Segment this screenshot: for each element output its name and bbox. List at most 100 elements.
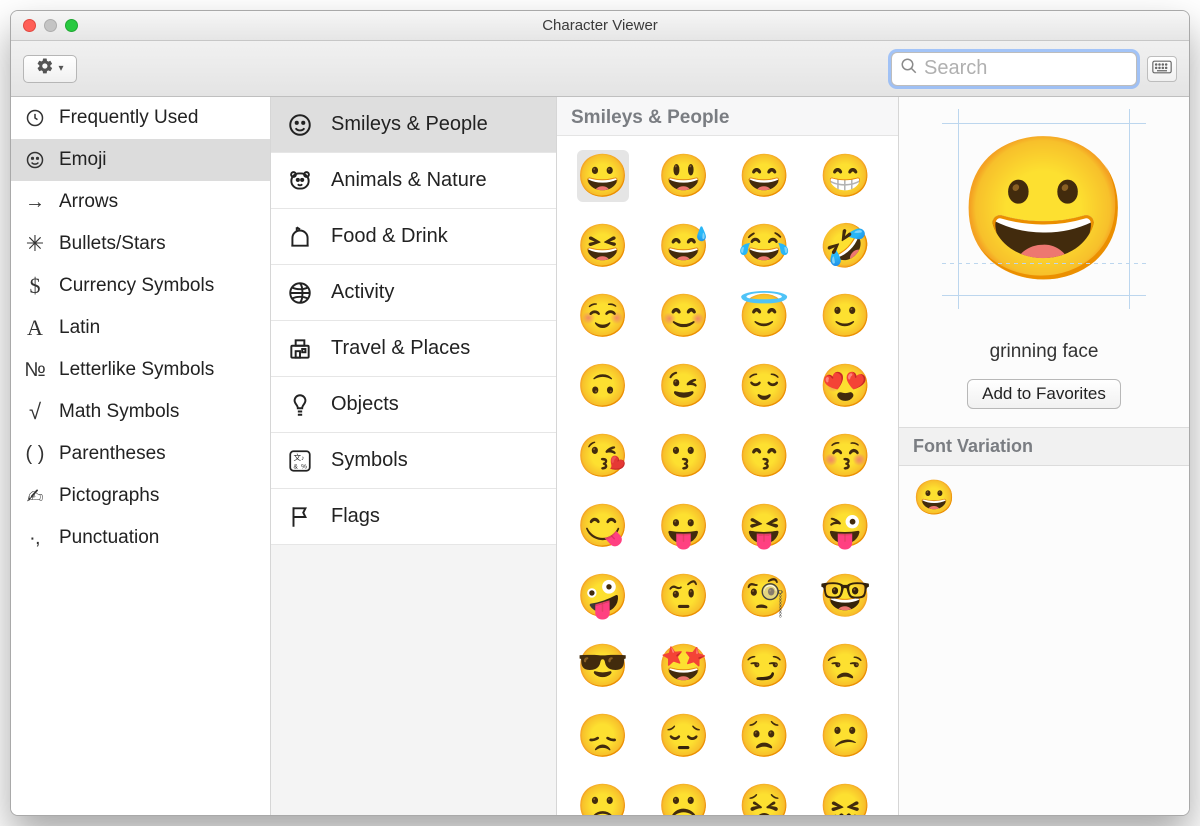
emoji-cell[interactable]: 😕 bbox=[819, 710, 871, 762]
emoji-cell[interactable]: 😏 bbox=[739, 640, 791, 692]
clock-icon bbox=[23, 108, 47, 128]
emoji-cell[interactable]: 😔 bbox=[658, 710, 710, 762]
category-item-punctuation[interactable]: ∙,Punctuation bbox=[11, 517, 270, 559]
category-item-math-symbols[interactable]: √Math Symbols bbox=[11, 391, 270, 433]
subcategory-item-label: Objects bbox=[331, 393, 399, 416]
category-item-letterlike-symbols[interactable]: №Letterlike Symbols bbox=[11, 349, 270, 391]
subcategory-item-label: Smileys & People bbox=[331, 113, 488, 136]
subcategory-icon bbox=[285, 392, 315, 418]
category-item-label: Latin bbox=[59, 317, 100, 339]
emoji-cell[interactable]: 😆 bbox=[577, 220, 629, 272]
font-variation-item[interactable]: 😀 bbox=[913, 479, 955, 517]
category-item-currency-symbols[interactable]: $Currency Symbols bbox=[11, 265, 270, 307]
category-item-latin[interactable]: A Latin bbox=[11, 307, 270, 349]
titlebar: Character Viewer bbox=[11, 11, 1189, 41]
keyboard-viewer-button[interactable] bbox=[1147, 56, 1177, 82]
character-viewer-window: Character Viewer ▾ bbox=[10, 10, 1190, 816]
keyboard-icon bbox=[1152, 60, 1172, 77]
subcategory-item-smileys-people[interactable]: Smileys & People bbox=[271, 97, 556, 153]
paren-icon: ( ) bbox=[23, 443, 47, 466]
emoji-cell[interactable]: 🤪 bbox=[577, 570, 629, 622]
settings-menu-button[interactable]: ▾ bbox=[23, 55, 77, 83]
emoji-cell[interactable]: 😙 bbox=[739, 430, 791, 482]
category-item-emoji[interactable]: Emoji bbox=[11, 139, 270, 181]
category-item-label: Arrows bbox=[59, 191, 118, 213]
category-item-pictographs[interactable]: ✍︎ Pictographs bbox=[11, 475, 270, 517]
category-item-arrows[interactable]: → Arrows bbox=[11, 181, 270, 223]
emoji-cell[interactable]: 😀 bbox=[577, 150, 629, 202]
emoji-cell[interactable]: 😜 bbox=[819, 500, 871, 552]
emoji-cell[interactable]: ☹️ bbox=[658, 780, 710, 815]
emoji-cell[interactable]: 😄 bbox=[739, 150, 791, 202]
category-item-bullets-stars[interactable]: ✳︎Bullets/Stars bbox=[11, 223, 270, 265]
category-item-label: Frequently Used bbox=[59, 107, 198, 129]
emoji-cell[interactable]: 😁 bbox=[819, 150, 871, 202]
emoji-cell[interactable]: 😛 bbox=[658, 500, 710, 552]
emoji-cell[interactable]: 😌 bbox=[739, 360, 791, 412]
subcategory-item-label: Animals & Nature bbox=[331, 169, 487, 192]
subcategory-item-label: Flags bbox=[331, 505, 380, 528]
subcategory-item-travel-places[interactable]: Travel & Places bbox=[271, 321, 556, 377]
emoji-cell[interactable]: 😣 bbox=[739, 780, 791, 815]
emoji-cell[interactable]: 😍 bbox=[819, 360, 871, 412]
emoji-cell[interactable]: 😋 bbox=[577, 500, 629, 552]
character-grid-pane: Smileys & People 😀😃😄😁😆😅😂🤣☺️😊😇🙂🙃😉😌😍😘😗😙😚😋😛… bbox=[557, 97, 899, 815]
subcategory-item-symbols[interactable]: 文♪&%Symbols bbox=[271, 433, 556, 489]
arrow-icon: → bbox=[23, 191, 47, 214]
emoji-cell[interactable]: 🤣 bbox=[819, 220, 871, 272]
emoji-cell[interactable]: 😒 bbox=[819, 640, 871, 692]
emoji-cell[interactable]: 😝 bbox=[739, 500, 791, 552]
category-item-label: Letterlike Symbols bbox=[59, 359, 214, 381]
category-item-label: Bullets/Stars bbox=[59, 233, 166, 255]
category-item-parentheses[interactable]: ( )Parentheses bbox=[11, 433, 270, 475]
subcategory-item-objects[interactable]: Objects bbox=[271, 377, 556, 433]
emoji-cell[interactable]: 😇 bbox=[739, 290, 791, 342]
emoji-cell[interactable]: ☺️ bbox=[577, 290, 629, 342]
subcategory-icon bbox=[285, 168, 315, 194]
emoji-cell[interactable]: 😎 bbox=[577, 640, 629, 692]
emoji-cell[interactable]: 🙂 bbox=[819, 290, 871, 342]
character-grid: 😀 😃 😄 😁 😆 😅 😂 🤣 ☺️ 😊 😇 🙂 🙃 😉 😌 😍 😘 😗 😙 😚 😋 😛 😝 😜 🤪 🤨 🧐 🤓 😎 🤩 😏 😒 😞 😔 😟 😕 🙁 ☹️… bbox=[557, 136, 898, 815]
subcategory-item-label: Travel & Places bbox=[331, 337, 470, 360]
search-field-wrapper[interactable] bbox=[891, 52, 1137, 86]
svg-text:%: % bbox=[301, 463, 307, 470]
subcategory-item-activity[interactable]: Activity bbox=[271, 265, 556, 321]
subcategory-item-flags[interactable]: Flags bbox=[271, 489, 556, 545]
emoji-cell[interactable]: 😗 bbox=[658, 430, 710, 482]
emoji-cell[interactable]: 😃 bbox=[658, 150, 710, 202]
category-item-frequently-used[interactable]: Frequently Used bbox=[11, 97, 270, 139]
emoji-cell[interactable]: 😟 bbox=[739, 710, 791, 762]
toolbar: ▾ bbox=[11, 41, 1189, 97]
category-item-label: Pictographs bbox=[59, 485, 159, 507]
emoji-cell[interactable]: 😞 bbox=[577, 710, 629, 762]
emoji-cell[interactable]: 🤨 bbox=[658, 570, 710, 622]
subcategory-item-animals-nature[interactable]: Animals & Nature bbox=[271, 153, 556, 209]
emoji-cell[interactable]: 🙁 bbox=[577, 780, 629, 815]
category-sidebar: Frequently Used Emoji → Arrows ✳︎Bullets/Sta… bbox=[11, 97, 271, 815]
subcategory-icon bbox=[285, 112, 315, 138]
emoji-cell[interactable]: 😊 bbox=[658, 290, 710, 342]
font-variation-header: Font Variation bbox=[899, 427, 1189, 466]
emoji-cell[interactable]: 🤩 bbox=[658, 640, 710, 692]
subcategory-item-food-drink[interactable]: Food & Drink bbox=[271, 209, 556, 265]
emoji-cell[interactable]: 😂 bbox=[739, 220, 791, 272]
latin-icon: A bbox=[23, 315, 47, 341]
emoji-cell[interactable]: 😚 bbox=[819, 430, 871, 482]
category-item-label: Currency Symbols bbox=[59, 275, 214, 297]
emoji-cell[interactable]: 🤓 bbox=[819, 570, 871, 622]
emoji-cell[interactable]: 😅 bbox=[658, 220, 710, 272]
subcategory-icon bbox=[285, 504, 315, 530]
category-item-label: Punctuation bbox=[59, 527, 159, 549]
subcategory-icon: 文♪&% bbox=[285, 448, 315, 474]
picto-icon: ✍︎ bbox=[23, 484, 47, 509]
emoji-cell[interactable]: 😖 bbox=[819, 780, 871, 815]
emoji-cell[interactable]: 😉 bbox=[658, 360, 710, 412]
emoji-cell[interactable]: 🧐 bbox=[739, 570, 791, 622]
search-icon bbox=[900, 57, 918, 80]
preview-character: 😀 bbox=[957, 139, 1131, 279]
emoji-cell[interactable]: 🙃 bbox=[577, 360, 629, 412]
subcategory-icon bbox=[285, 280, 315, 306]
add-to-favorites-button[interactable]: Add to Favorites bbox=[967, 379, 1121, 409]
font-variation-list: 😀 bbox=[899, 466, 1189, 530]
emoji-cell[interactable]: 😘 bbox=[577, 430, 629, 482]
